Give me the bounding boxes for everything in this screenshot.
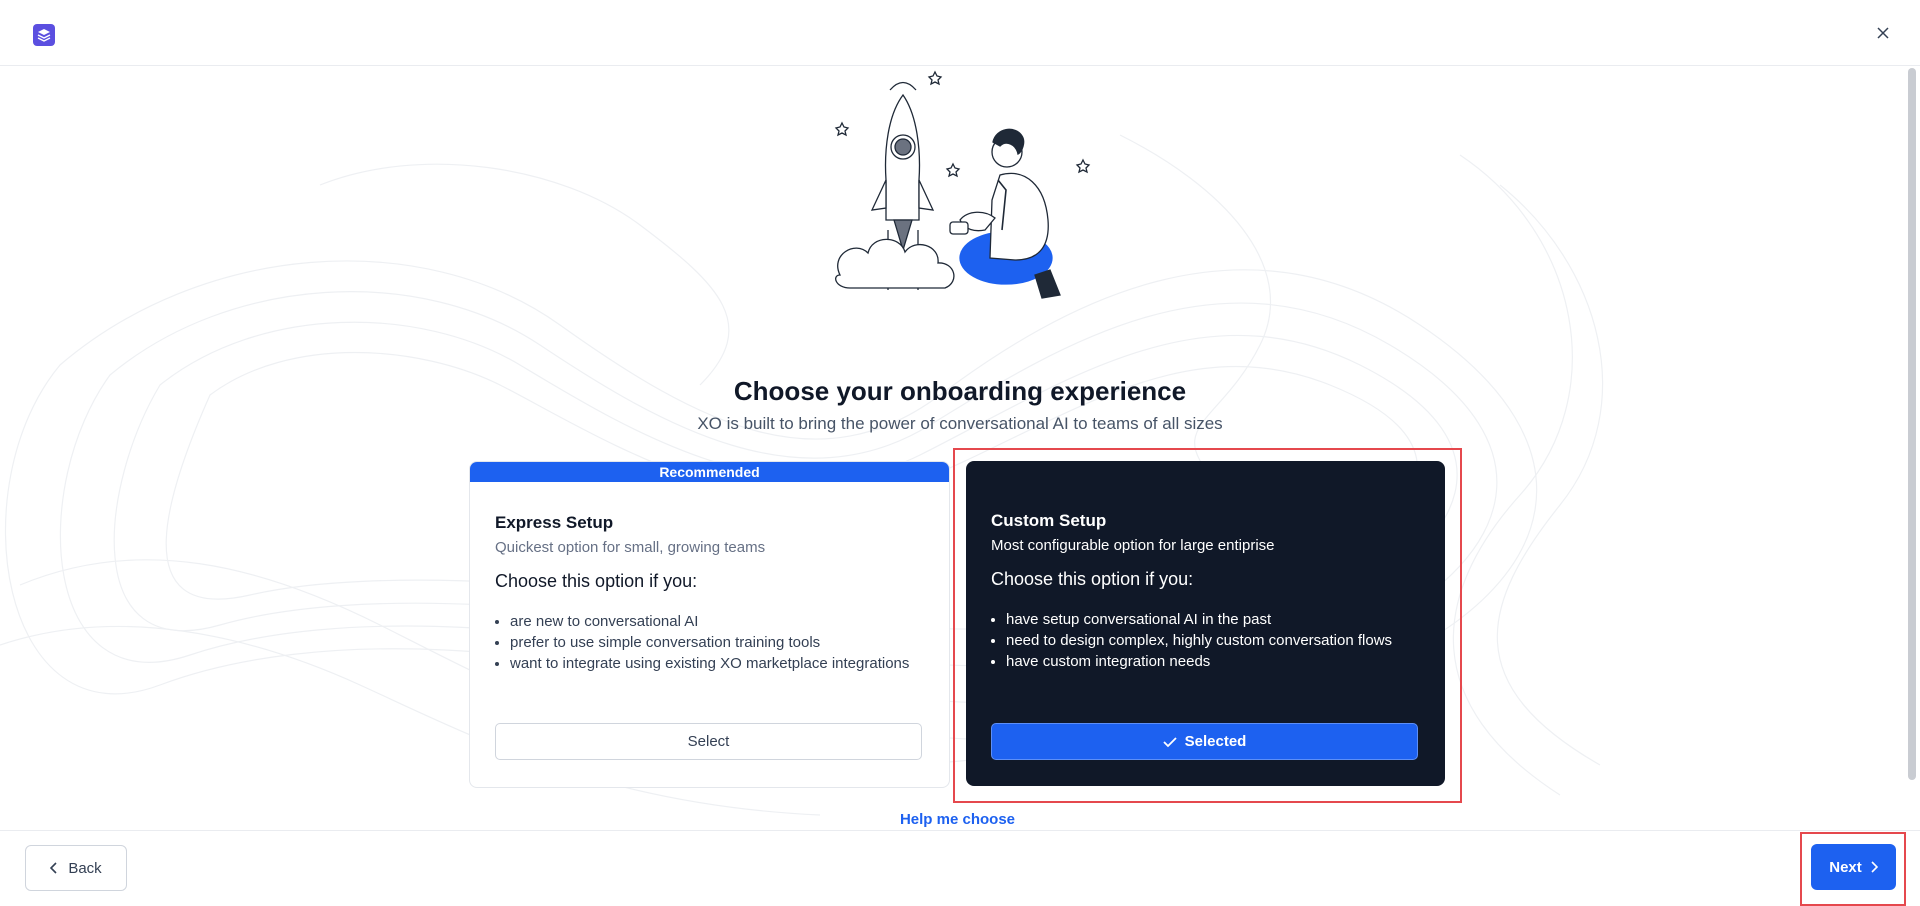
back-label: Back [68,859,102,877]
layers-logo-icon [33,24,55,46]
page-subtitle: XO is built to bring the power of conver… [697,414,1223,433]
card-subtitle: Quickest option for small, growing teams [495,539,766,556]
recommended-badge: Recommended [470,462,949,482]
selection-highlight-box [953,448,1462,803]
list-item: are new to conversational AI [510,611,910,632]
express-setup-card[interactable]: Recommended Express Setup Quickest optio… [469,461,950,788]
card-title: Express Setup [495,513,614,532]
card-choose-label: Choose this option if you: [495,571,698,591]
help-me-choose-link[interactable]: Help me choose [0,811,1915,828]
close-icon[interactable] [1872,22,1894,44]
card-criteria-list: are new to conversational AI prefer to u… [495,611,910,674]
chevron-left-icon [50,862,57,874]
list-item: want to integrate using existing XO mark… [510,653,910,674]
page-title: Choose your onboarding experience [733,376,1187,406]
express-select-button[interactable]: Select [495,723,922,760]
rocket-launch-illustration [834,70,1091,299]
list-item: prefer to use simple conversation traini… [510,632,910,653]
back-button[interactable]: Back [25,845,127,891]
next-highlight-box [1800,832,1906,906]
top-bar [0,0,1920,66]
footer-bar: Back Next [0,830,1920,906]
